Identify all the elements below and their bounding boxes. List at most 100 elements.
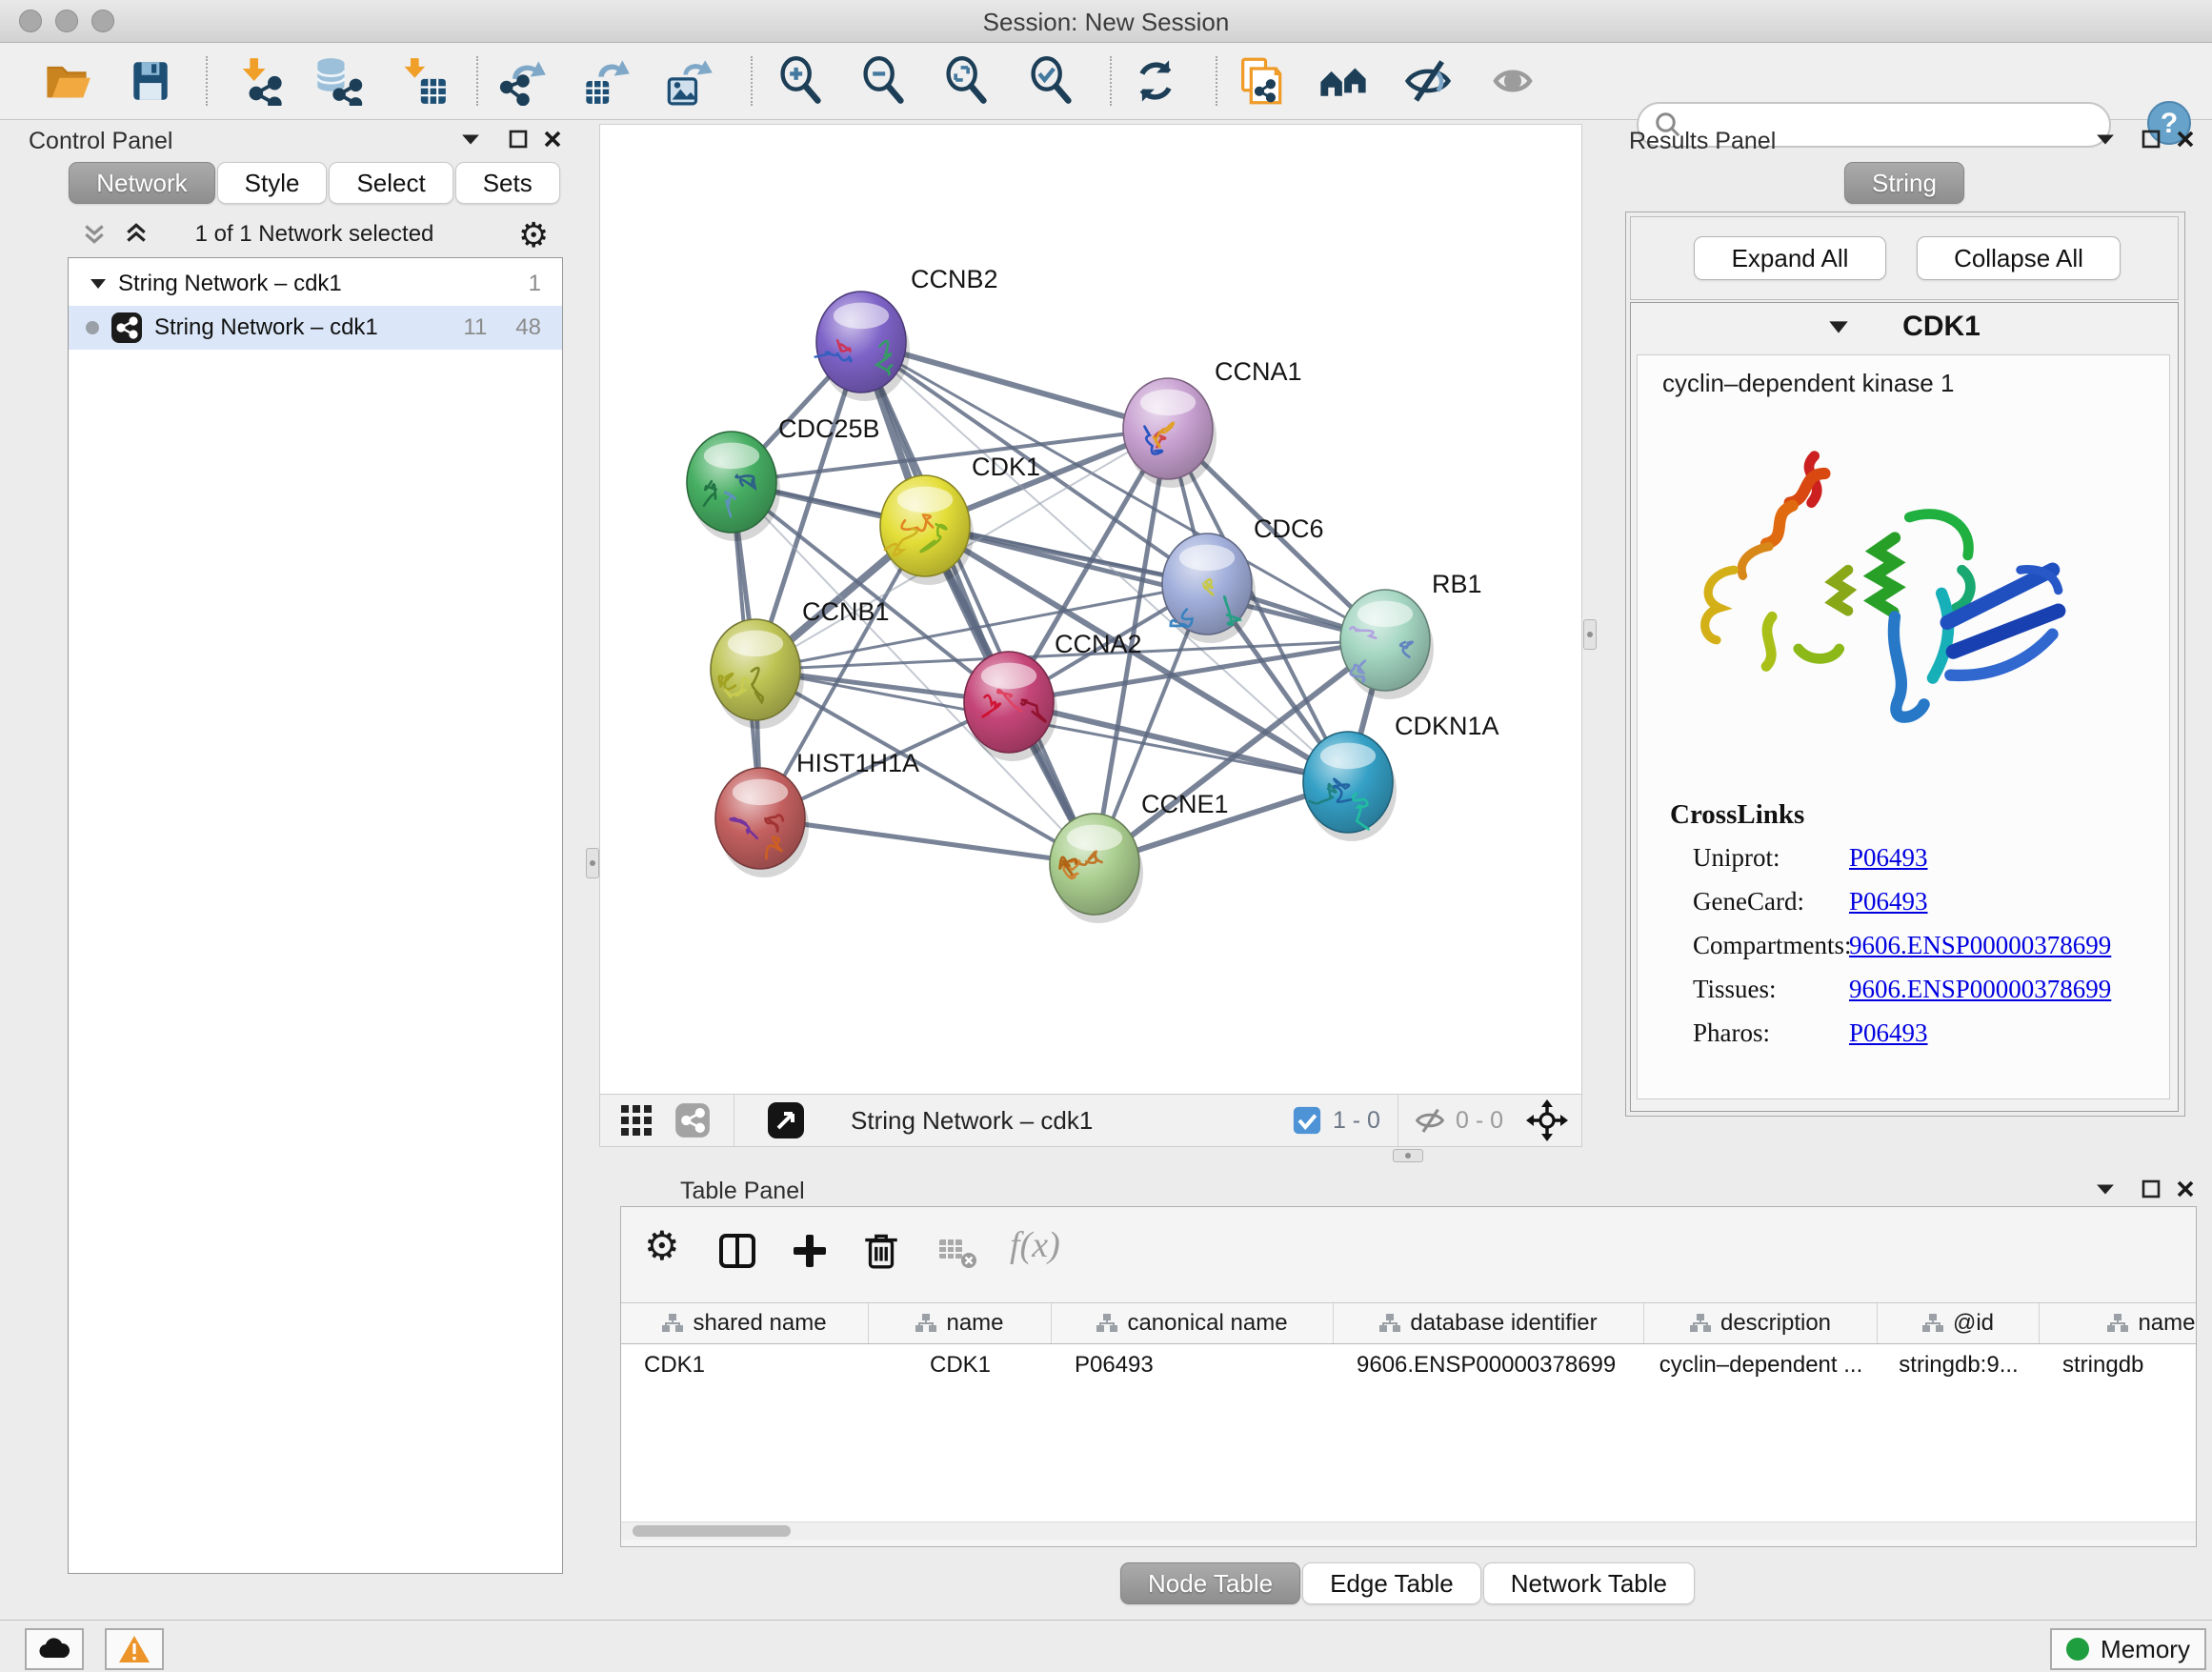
delete-column-trash-icon[interactable] — [859, 1228, 903, 1272]
tab-network-table[interactable]: Network Table — [1483, 1562, 1695, 1604]
table-cell[interactable]: stringdb:9... — [1878, 1352, 2040, 1379]
right-splitter-handle[interactable] — [1583, 619, 1597, 650]
table-cell[interactable]: cyclin–dependent ... — [1644, 1352, 1878, 1379]
main-toolbar: ? — [0, 43, 2212, 120]
crosslink-link[interactable]: P06493 — [1849, 887, 1928, 917]
table-panel-close-icon[interactable] — [2176, 1179, 2195, 1199]
zoom-fit-button[interactable] — [937, 52, 995, 110]
table-cell[interactable]: 9606.ENSP00000378699 — [1334, 1352, 1644, 1379]
table-cell[interactable]: CDK1 — [621, 1352, 869, 1379]
collapse-all-button[interactable]: Collapse All — [1917, 236, 2121, 280]
tab-sets[interactable]: Sets — [455, 162, 560, 204]
collection-expander-icon[interactable] — [90, 277, 107, 291]
node-label-CCNB2: CCNB2 — [911, 265, 998, 293]
table-cell[interactable]: P06493 — [1052, 1352, 1334, 1379]
show-all-button[interactable] — [1484, 52, 1541, 110]
crosslink-link[interactable]: P06493 — [1849, 843, 1928, 873]
entry-expander-icon[interactable] — [1828, 319, 1849, 335]
hidden-eye-slash-icon[interactable] — [1414, 1104, 1446, 1137]
network-canvas[interactable]: CCNB2CCNA1CDC25BCDK1CDC6RB1CCNB1CCNA2CDK… — [599, 124, 1582, 1096]
table-row[interactable]: CDK1CDK1P064939606.ENSP00000378699cyclin… — [621, 1344, 2196, 1386]
network-edge[interactable] — [861, 342, 1095, 864]
column-header-description[interactable]: description — [1644, 1303, 1878, 1343]
import-table-file-button[interactable] — [394, 52, 452, 110]
network-collection-row[interactable]: String Network – cdk1 1 — [69, 262, 562, 306]
save-session-button[interactable] — [122, 52, 179, 110]
bottom-splitter-handle[interactable] — [1393, 1149, 1423, 1162]
current-network-dot — [86, 321, 99, 334]
tab-style[interactable]: Style — [217, 162, 328, 204]
column-header-id[interactable]: @id — [1878, 1303, 2040, 1343]
column-header-database-identifier[interactable]: database identifier — [1334, 1303, 1644, 1343]
delete-table-icon-disabled[interactable] — [937, 1236, 977, 1270]
network-view-icon-disabled[interactable] — [674, 1102, 711, 1138]
node-label-HIST1H1A: HIST1H1A — [796, 749, 919, 777]
eye-icon — [1487, 55, 1538, 107]
control-panel-close-icon[interactable] — [543, 130, 562, 149]
results-panel-menu-icon[interactable] — [2096, 131, 2115, 147]
control-panel-float-icon[interactable] — [509, 130, 528, 149]
tab-node-table[interactable]: Node Table — [1120, 1562, 1300, 1604]
table-panel-float-icon[interactable] — [2142, 1179, 2161, 1199]
annotations-button[interactable] — [1231, 52, 1288, 110]
zoom-fit-icon — [941, 56, 991, 106]
table-options-gear-icon[interactable]: ⚙ — [644, 1222, 680, 1269]
string-results-panel: Expand All Collapse All CDK1 cyclin–depe… — [1625, 212, 2185, 1117]
column-header-name[interactable]: name — [869, 1303, 1052, 1343]
export-table-button[interactable] — [578, 52, 635, 110]
table-cell[interactable]: stringdb — [2040, 1352, 2197, 1379]
table-horizontal-scrollbar[interactable] — [621, 1521, 2196, 1540]
collapse-all-tree-button[interactable] — [82, 221, 107, 246]
scrollbar-thumb[interactable] — [633, 1525, 791, 1537]
refresh-button[interactable] — [1127, 52, 1184, 110]
eye-slash-icon — [1402, 55, 1454, 107]
fit-content-crosshair-icon[interactable] — [1526, 1099, 1568, 1141]
tab-edge-table[interactable]: Edge Table — [1302, 1562, 1481, 1604]
import-network-icon — [233, 56, 283, 106]
crosslink-link[interactable]: 9606.ENSP00000378699 — [1849, 931, 2111, 960]
home-view-button[interactable] — [1315, 52, 1372, 110]
export-image-button[interactable] — [661, 52, 718, 110]
warnings-button[interactable] — [105, 1628, 164, 1670]
tab-network[interactable]: Network — [69, 162, 214, 204]
table-cell[interactable]: CDK1 — [869, 1352, 1052, 1379]
zoom-in-button[interactable] — [772, 52, 829, 110]
results-panel-float-icon[interactable] — [2142, 130, 2161, 149]
column-header-shared-name[interactable]: shared name — [621, 1303, 869, 1343]
zoom-selected-button[interactable] — [1022, 52, 1079, 110]
expand-all-tree-button[interactable] — [124, 221, 149, 246]
tab-select[interactable]: Select — [329, 162, 452, 204]
crosslink-row: Pharos:P06493 — [1638, 1018, 2169, 1062]
cloud-status-button[interactable] — [25, 1628, 84, 1670]
window-title: Session: New Session — [0, 8, 2212, 37]
add-column-icon[interactable] — [789, 1230, 831, 1272]
import-network-database-button[interactable] — [310, 52, 367, 110]
column-header-namespace[interactable]: namespace — [2040, 1303, 2197, 1343]
show-columns-icon[interactable] — [716, 1230, 758, 1272]
crosslink-link[interactable]: 9606.ENSP00000378699 — [1849, 975, 2111, 1004]
expand-all-button[interactable]: Expand All — [1694, 236, 1886, 280]
memory-button[interactable]: Memory — [2050, 1628, 2206, 1670]
birdseye-view-icon[interactable] — [767, 1101, 805, 1139]
left-splitter-handle[interactable] — [586, 848, 599, 878]
import-network-file-button[interactable] — [230, 52, 287, 110]
network-edge[interactable] — [760, 818, 1095, 864]
network-options-gear-icon[interactable]: ⚙ — [518, 215, 549, 255]
selected-checkbox-icon[interactable] — [1293, 1106, 1321, 1135]
crosslink-link[interactable]: P06493 — [1849, 1018, 1928, 1048]
function-builder-icon[interactable]: f(x) — [1010, 1224, 1060, 1266]
entry-header[interactable]: CDK1 — [1631, 311, 2178, 343]
tab-string[interactable]: String — [1844, 162, 1964, 204]
column-header-canonical-name[interactable]: canonical name — [1052, 1303, 1334, 1343]
open-folder-icon — [42, 56, 91, 106]
table-panel-menu-icon[interactable] — [2096, 1181, 2115, 1197]
export-network-button[interactable] — [494, 52, 552, 110]
open-session-button[interactable] — [38, 52, 95, 110]
zoom-out-button[interactable] — [855, 52, 912, 110]
hide-selected-button[interactable] — [1399, 52, 1457, 110]
network-graph[interactable]: CCNB2CCNA1CDC25BCDK1CDC6RB1CCNB1CCNA2CDK… — [600, 125, 1581, 1095]
results-panel-close-icon[interactable] — [2176, 130, 2195, 149]
control-panel-menu-icon[interactable] — [461, 131, 480, 147]
network-row-selected[interactable]: String Network – cdk1 11 48 — [69, 306, 562, 350]
grid-view-icon[interactable] — [619, 1103, 654, 1138]
